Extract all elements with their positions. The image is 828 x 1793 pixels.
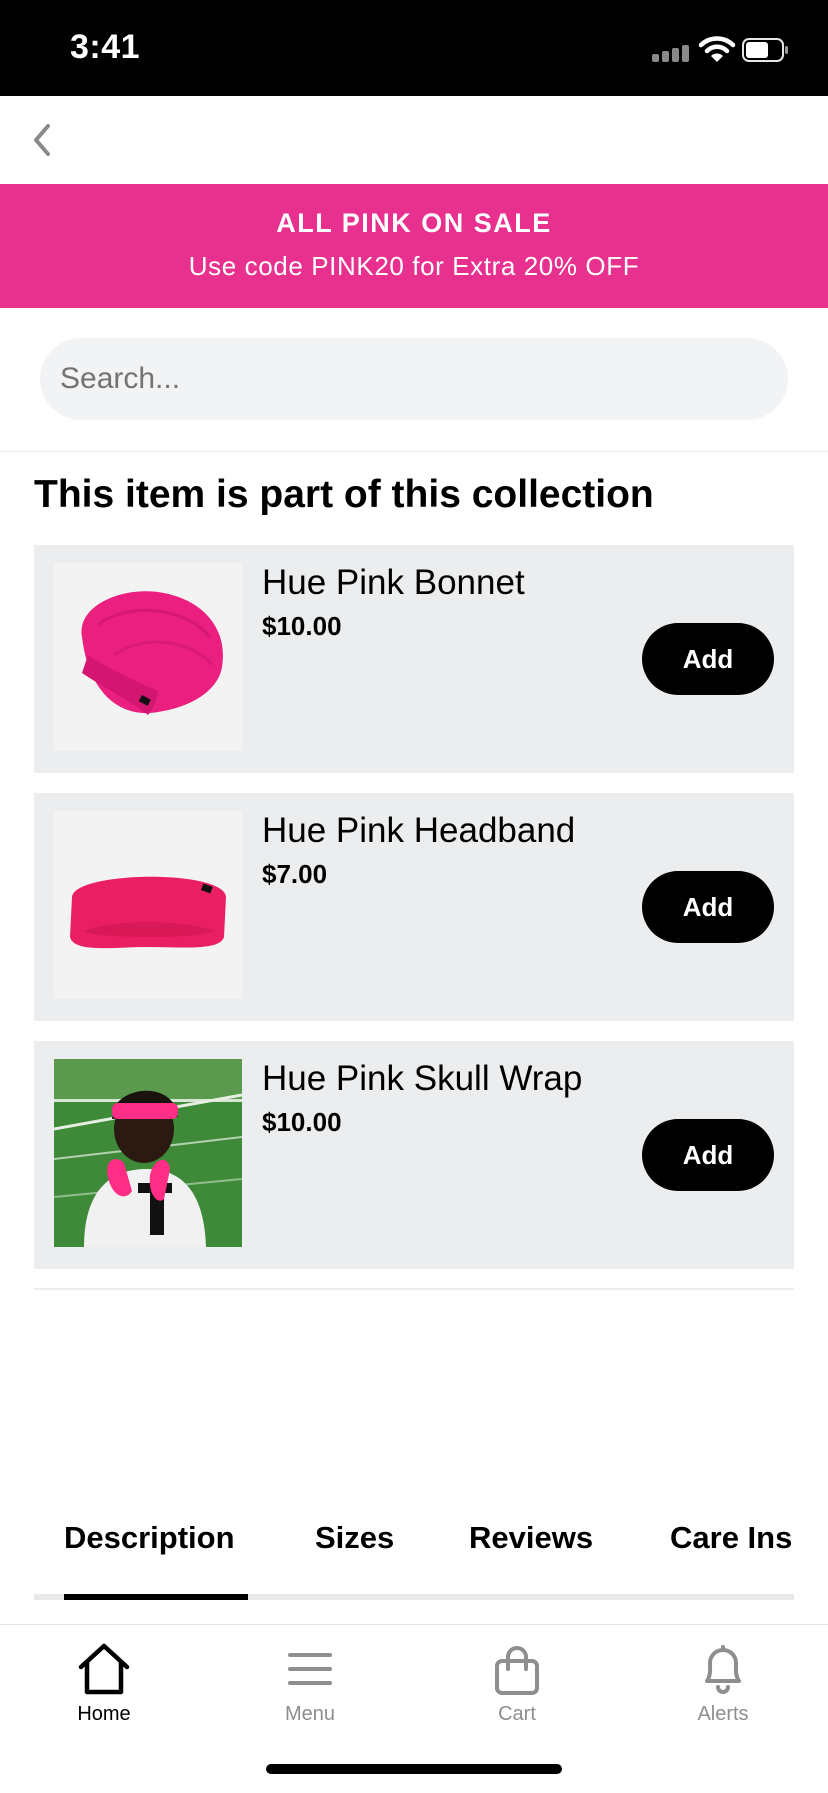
product-image-bonnet[interactable] [54, 563, 242, 751]
status-time: 3:41 [70, 28, 141, 66]
product-card-headband[interactable]: Hue Pink Headband $7.00 Add [34, 793, 794, 1021]
wifi-icon [698, 36, 736, 62]
tab-reviews[interactable]: Reviews [469, 1520, 593, 1556]
promo-banner[interactable]: ALL PINK ON SALE Use code PINK20 for Ext… [0, 184, 828, 308]
bottom-nav-label: Home [77, 1703, 131, 1725]
cart-icon [495, 1646, 539, 1695]
product-price: $10.00 [262, 611, 342, 641]
product-price: $7.00 [262, 859, 328, 889]
divider [34, 1288, 794, 1290]
active-tab-indicator [64, 1594, 248, 1600]
product-info-tabs: Description Sizes Reviews Care Ins [34, 1508, 794, 1598]
back-arrow-icon[interactable] [18, 114, 70, 166]
home-icon [78, 1643, 130, 1695]
home-indicator [266, 1764, 562, 1774]
tab-care-instructions[interactable]: Care Ins [670, 1520, 792, 1556]
collection-title: This item is part of this collection [34, 473, 654, 516]
add-to-cart-button[interactable]: Add [642, 1119, 774, 1191]
search-input[interactable] [40, 338, 788, 420]
product-image-headband[interactable] [54, 811, 242, 999]
promo-title: ALL PINK ON SALE [276, 208, 552, 238]
bottom-nav-label: Cart [498, 1703, 536, 1725]
bottom-nav-home[interactable]: Home [34, 1641, 174, 1726]
bottom-nav-label: Menu [284, 1703, 336, 1725]
bottom-nav-menu[interactable]: Menu [240, 1641, 380, 1726]
status-bar: 3:41 [0, 0, 828, 96]
nav-bar [0, 96, 828, 184]
product-name[interactable]: Hue Pink Bonnet [262, 563, 525, 603]
bell-icon [705, 1645, 741, 1694]
product-price: $10.00 [262, 1107, 342, 1137]
product-card-skull-wrap[interactable]: Hue Pink Skull Wrap $10.00 Add [34, 1041, 794, 1269]
product-image-skull-wrap[interactable] [54, 1059, 242, 1247]
product-card-bonnet[interactable]: Hue Pink Bonnet $10.00 Add [34, 545, 794, 773]
bottom-nav-cart[interactable]: Cart [447, 1641, 587, 1726]
cellular-signal-icon [652, 42, 692, 62]
tab-sizes[interactable]: Sizes [315, 1520, 394, 1556]
tab-description[interactable]: Description [64, 1520, 235, 1556]
bottom-nav-alerts[interactable]: Alerts [653, 1641, 793, 1726]
divider [0, 451, 828, 452]
add-to-cart-button[interactable]: Add [642, 871, 774, 943]
add-to-cart-button[interactable]: Add [642, 623, 774, 695]
bottom-nav-label: Alerts [697, 1703, 749, 1725]
product-name[interactable]: Hue Pink Headband [262, 811, 575, 851]
battery-icon [742, 38, 788, 62]
menu-icon [288, 1653, 332, 1685]
product-name[interactable]: Hue Pink Skull Wrap [262, 1059, 582, 1099]
promo-subtitle: Use code PINK20 for Extra 20% OFF [188, 251, 640, 281]
